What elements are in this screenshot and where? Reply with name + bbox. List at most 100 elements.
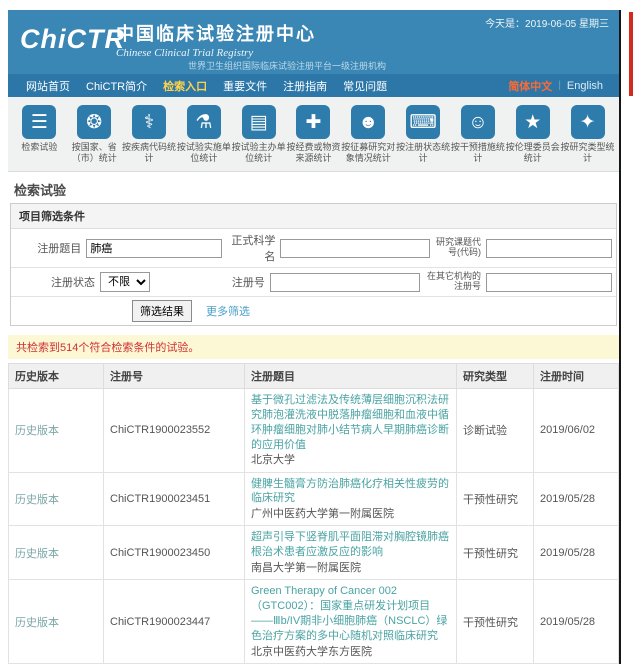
toolbar-item-label: 按试验主办单位统计: [231, 142, 286, 164]
col-header-history: 历史版本: [8, 363, 104, 389]
toolbar-item[interactable]: ☺ 按干预措施统计: [451, 105, 506, 165]
trial-organization: 南昌大学第一附属医院: [251, 562, 361, 575]
results-body: 历史版本 ChiCTR1900023552 基于微孔过滤法及传统薄层细胞沉积法研…: [8, 388, 619, 664]
nav-items: 网站首页 ChiCTR简介 检索入口 重要文件 注册指南 常见问题: [18, 78, 395, 94]
lang-english[interactable]: English: [561, 80, 609, 92]
filter-row-2: 注册状态 不限 注册号 在其它机构的注册号: [11, 268, 616, 297]
trial-organization: 北京中医药大学东方医院: [251, 645, 372, 658]
toolbar-item-label: 按试验实施单位统计: [176, 142, 231, 164]
registration-number: ChiCTR1900023450: [103, 525, 245, 581]
other-reg-label: 在其它机构的注册号: [426, 271, 481, 291]
person-icon: ☺: [460, 105, 495, 139]
trial-organization: 广州中医药大学第一附属医院: [251, 508, 394, 521]
history-version-link[interactable]: 历史版本: [15, 548, 59, 560]
people-icon: ☻: [351, 105, 386, 139]
nav-item[interactable]: 网站首页: [18, 78, 78, 94]
nav-language: 简体中文 | English: [502, 78, 609, 94]
toolbar-item[interactable]: ☻ 按征募研究对象情况统计: [341, 105, 396, 165]
reg-title-input[interactable]: [86, 238, 223, 258]
history-version-link[interactable]: 历史版本: [15, 494, 59, 506]
toolbar-item-label: 按伦理委员会统计: [505, 142, 560, 164]
history-version-link[interactable]: 历史版本: [15, 425, 59, 437]
toolbar-item-label: 按注册状态统计: [396, 142, 451, 164]
filter-row-3: 筛选结果 更多筛选: [11, 297, 616, 325]
toolbar-item-label: 按经费或物资来源统计: [286, 142, 341, 164]
sci-name-label: 正式科学名: [231, 235, 276, 263]
site-title-en: Chinese Clinical Trial Registry: [116, 47, 254, 59]
site-header: 今天是：2019-06-05 星期三 ChiCTR 中国临床试验注册中心 Chi…: [8, 10, 619, 74]
toolbar-item[interactable]: ★ 按伦理委员会统计: [505, 105, 560, 165]
toolbar-item[interactable]: ⚗ 按试验实施单位统计: [176, 105, 231, 165]
filter-row-1: 注册题目 正式科学名 研究课题代号(代码): [11, 229, 616, 268]
keyboard-icon: ⌨: [406, 105, 441, 139]
toolbar-item[interactable]: ⚕ 按疾病代码统计: [122, 105, 177, 165]
toolbar-item[interactable]: ✚ 按经费或物资来源统计: [286, 105, 341, 165]
more-filters-link[interactable]: 更多筛选: [206, 303, 250, 319]
code-input[interactable]: [486, 238, 612, 258]
col-header-title: 注册题目: [244, 363, 457, 389]
stats-toolbar: ☰ 检索试验 ❂ 按国家、省（市）统计 ⚕ 按疾病代码统计 ⚗ 按试验实施单位统…: [8, 97, 619, 172]
results-summary: 共检索到514个符合检索条件的试验。: [8, 335, 619, 359]
results-table: 历史版本 注册号 注册题目 研究类型 注册时间 历史版本 ChiCTR19000…: [8, 363, 619, 664]
registration-number: ChiCTR1900023552: [103, 388, 245, 473]
study-type: 诊断试验: [456, 388, 534, 473]
history-version-link[interactable]: 历史版本: [15, 617, 59, 629]
flask-icon: ⚗: [186, 105, 221, 139]
star-icon: ★: [515, 105, 550, 139]
status-label: 注册状态: [51, 277, 95, 289]
filter-results-button[interactable]: 筛选结果: [132, 300, 192, 322]
site-titles: 中国临床试验注册中心 Chinese Clinical Trial Regist…: [116, 20, 316, 59]
filter-panel-title: 项目筛选条件: [11, 204, 616, 229]
toolbar-item[interactable]: ✦ 按研究类型统计: [560, 105, 615, 165]
table-row: 历史版本 ChiCTR1900023450 超声引导下竖脊肌平面阻滞对胸腔镜肺癌…: [8, 525, 619, 581]
toolbar-item-label: 检索试验: [21, 142, 58, 152]
nav-item[interactable]: 注册指南: [275, 78, 335, 94]
nav-item[interactable]: 检索入口: [155, 78, 215, 94]
sparkle-icon: ✦: [570, 105, 605, 139]
trial-title-link[interactable]: 超声引导下竖脊肌平面阻滞对胸腔镜肺癌根治术患者应激反应的影响: [251, 530, 450, 560]
clipboard-icon: ▤: [241, 105, 276, 139]
study-type: 干预性研究: [456, 579, 534, 664]
nav-item[interactable]: 重要文件: [215, 78, 275, 94]
registration-date: 2019/05/28: [533, 579, 619, 664]
toolbar-item-label: 按干预措施统计: [450, 142, 505, 164]
list-icon: ☰: [22, 105, 57, 139]
toolbar-item[interactable]: ❂ 按国家、省（市）统计: [67, 105, 122, 165]
table-row: 历史版本 ChiCTR1900023552 基于微孔过滤法及传统薄层细胞沉积法研…: [8, 388, 619, 473]
registration-number: ChiCTR1900023451: [103, 471, 245, 527]
toolbar-item-label: 按研究类型统计: [560, 142, 615, 164]
trial-title-link[interactable]: 基于微孔过滤法及传统薄层细胞沉积法研究肺泡灌洗液中脱落肿瘤细胞和血液中循环肿瘤细…: [251, 393, 450, 452]
status-select[interactable]: 不限: [100, 272, 150, 292]
today-date: 今天是：2019-06-05 星期三: [485, 19, 609, 30]
red-edge-stripe: [629, 12, 633, 96]
other-reg-input[interactable]: [486, 272, 612, 292]
code-label: 研究课题代号(代码): [435, 237, 481, 257]
dna-icon: ⚕: [132, 105, 167, 139]
sci-name-input[interactable]: [280, 238, 431, 258]
reg-no-input[interactable]: [269, 272, 420, 292]
page-container: 今天是：2019-06-05 星期三 ChiCTR 中国临床试验注册中心 Chi…: [8, 10, 621, 664]
toolbar-item[interactable]: ▤ 按试验主办单位统计: [231, 105, 286, 165]
col-header-type: 研究类型: [456, 363, 534, 389]
filter-panel: 项目筛选条件 注册题目 正式科学名 研究课题代号(代码) 注册状态 不限 注册号…: [10, 203, 617, 326]
chictr-logo[interactable]: ChiCTR: [20, 24, 125, 55]
site-title-cn: 中国临床试验注册中心: [116, 24, 316, 44]
table-row: 历史版本 ChiCTR1900023451 健脾生髓膏方防治肺癌化疗相关性疲劳的…: [8, 471, 619, 527]
trial-organization: 北京大学: [251, 454, 295, 467]
study-type: 干预性研究: [456, 471, 534, 527]
col-header-regno: 注册号: [103, 363, 245, 389]
toolbar-item-label: 按国家、省（市）统计: [71, 142, 117, 164]
results-header-row: 历史版本 注册号 注册题目 研究类型 注册时间: [8, 363, 619, 389]
nav-item[interactable]: 常见问题: [335, 78, 395, 94]
section-title: 检索试验: [14, 183, 67, 198]
medkit-icon: ✚: [296, 105, 331, 139]
lang-simplified-chinese[interactable]: 简体中文: [502, 78, 558, 94]
trial-title-link[interactable]: 健脾生髓膏方防治肺癌化疗相关性疲劳的临床研究: [251, 477, 450, 507]
registration-date: 2019/05/28: [533, 525, 619, 581]
registration-date: 2019/06/02: [533, 388, 619, 473]
toolbar-item[interactable]: ☰ 检索试验: [12, 105, 67, 165]
toolbar-item[interactable]: ⌨ 按注册状态统计: [396, 105, 451, 165]
table-row: 历史版本 ChiCTR1900023447 Green Therapy of C…: [8, 579, 619, 664]
nav-item[interactable]: ChiCTR简介: [78, 78, 155, 94]
trial-title-link[interactable]: Green Therapy of Cancer 002（GTC002）：国家重点…: [251, 584, 450, 643]
